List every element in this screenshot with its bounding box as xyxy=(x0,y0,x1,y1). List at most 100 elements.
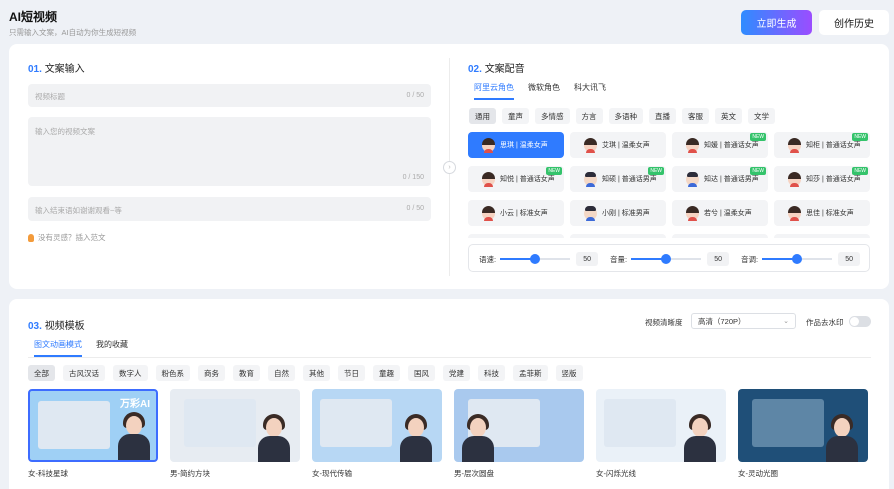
watermark-label: 作品去水印 xyxy=(806,318,844,327)
arrow-right-icon[interactable]: › xyxy=(443,161,456,174)
category-pill[interactable]: 方言 xyxy=(575,108,603,124)
slider-knob[interactable] xyxy=(792,254,803,264)
template-name: 女-灵动光圈 xyxy=(738,469,778,478)
tab-aliyun[interactable]: 阿里云角色 xyxy=(474,82,514,100)
voice-option[interactable]: 知达 | 普通话男声 NEW xyxy=(672,166,768,192)
filter-pill[interactable]: 节日 xyxy=(338,365,365,381)
filter-pill[interactable]: 教育 xyxy=(233,365,260,381)
voice-avatar-icon xyxy=(482,205,495,221)
voice-option[interactable]: 若兮 | 温柔女声 xyxy=(672,200,768,226)
slider-track[interactable] xyxy=(762,254,833,264)
video-copy-textarea[interactable]: 输入您的视频文案 0 / 150 xyxy=(28,117,431,186)
ending-input[interactable]: 输入结束语如谢谢观看~等 0 / 50 xyxy=(28,197,431,221)
voice-grid: 思琪 | 温柔女声 艾琪 | 温柔女声 知媛 | 普通话女声 NEW 知柜 | 普通话女… xyxy=(468,132,870,238)
ending-char-count: 0 / 50 xyxy=(406,205,424,212)
voice-option[interactable] xyxy=(570,234,666,238)
app-subtitle: 只需输入文案，AI自动为你生成短视频 xyxy=(9,28,137,37)
category-pill[interactable]: 文学 xyxy=(748,108,775,124)
slider-knob[interactable] xyxy=(530,254,541,264)
template-thumbnail[interactable] xyxy=(170,389,300,462)
filter-pill[interactable]: 科技 xyxy=(478,365,505,381)
tab-favorites[interactable]: 我的收藏 xyxy=(96,339,128,357)
voice-option[interactable]: 艾琪 | 温柔女声 xyxy=(570,132,666,158)
voice-avatar-icon xyxy=(482,171,495,187)
new-badge: NEW xyxy=(852,133,868,141)
voice-label: 知悦 | 普通话女声 xyxy=(500,176,555,183)
filter-pill[interactable]: 自然 xyxy=(268,365,295,381)
template-thumbnail[interactable] xyxy=(454,389,584,462)
copy-char-count: 0 / 150 xyxy=(402,174,424,181)
voice-option[interactable]: 知媛 | 普通话女声 NEW xyxy=(672,132,768,158)
watermark-toggle[interactable] xyxy=(849,316,871,327)
category-pill[interactable]: 多语种 xyxy=(608,108,643,124)
filter-pill[interactable]: 数字人 xyxy=(113,365,148,381)
filter-pill[interactable]: 孟菲斯 xyxy=(513,365,548,381)
voice-label: 知硕 | 普通话男声 xyxy=(602,176,657,183)
voice-option[interactable]: 思琪 | 温柔女声 xyxy=(468,132,564,158)
slider-track[interactable] xyxy=(500,254,571,264)
template-thumbnail[interactable] xyxy=(312,389,442,462)
volume-slider[interactable]: 音量: 50 xyxy=(610,245,730,273)
slider-value[interactable]: 50 xyxy=(707,252,730,266)
tabs-divider xyxy=(28,357,871,358)
generate-button[interactable]: 立即生成 xyxy=(741,10,812,35)
template-thumbnail[interactable]: 万彩AI xyxy=(28,389,158,462)
voice-option[interactable] xyxy=(468,234,564,238)
template-filters: 全部 古风汉话 数字人 粉色系 商务 教育 自然 其他 节日 童趣 国风 党建 科技 孟菲斯 竖版 xyxy=(28,365,583,381)
category-pill[interactable]: 直播 xyxy=(649,108,676,124)
voice-option[interactable]: 小刚 | 标准男声 xyxy=(570,200,666,226)
filter-pill[interactable]: 商务 xyxy=(198,365,225,381)
filter-pill[interactable]: 古风汉话 xyxy=(63,365,105,381)
voice-option[interactable]: 知硕 | 普通话男声 NEW xyxy=(570,166,666,192)
filter-pill[interactable]: 其他 xyxy=(303,365,330,381)
voice-option[interactable]: 知柜 | 普通话女声 NEW xyxy=(774,132,870,158)
voice-label: 知媛 | 普通话女声 xyxy=(704,142,759,149)
template-name: 男-层次圆盘 xyxy=(454,469,494,478)
category-pill[interactable]: 英文 xyxy=(715,108,742,124)
scene-image xyxy=(604,399,676,447)
category-pill[interactable]: 童声 xyxy=(502,108,529,124)
template-thumbnail[interactable] xyxy=(596,389,726,462)
voice-option[interactable] xyxy=(672,234,768,238)
slider-track[interactable] xyxy=(631,254,702,264)
voice-avatar-icon xyxy=(584,205,597,221)
title-char-count: 0 / 50 xyxy=(406,92,424,99)
filter-pill[interactable]: 粉色系 xyxy=(155,365,190,381)
scene-image xyxy=(184,399,256,447)
voice-option[interactable]: 知莎 | 普通话女声 NEW xyxy=(774,166,870,192)
scene-image xyxy=(38,401,110,449)
filter-pill[interactable]: 国风 xyxy=(408,365,435,381)
category-pill[interactable]: 通用 xyxy=(469,108,496,124)
voice-option[interactable] xyxy=(774,234,870,238)
category-pill[interactable]: 客服 xyxy=(682,108,709,124)
voice-option[interactable]: 小云 | 标准女声 xyxy=(468,200,564,226)
history-button[interactable]: 创作历史 xyxy=(819,10,889,35)
tab-iflytek[interactable]: 科大讯飞 xyxy=(574,82,606,100)
voice-avatar-icon xyxy=(584,137,597,153)
voice-label: 思琪 | 温柔女声 xyxy=(500,142,548,149)
filter-pill[interactable]: 党建 xyxy=(443,365,470,381)
slider-value[interactable]: 50 xyxy=(576,252,599,266)
template-name: 女-科技星球 xyxy=(28,469,68,478)
category-pill[interactable]: 多情感 xyxy=(535,108,570,124)
insert-sample-link[interactable]: 没有灵感？插入范文 xyxy=(28,232,106,243)
chevron-down-icon: ⌄ xyxy=(783,318,789,325)
pitch-slider[interactable]: 音调: 50 xyxy=(741,245,861,273)
tab-animation-mode[interactable]: 图文动画模式 xyxy=(34,339,82,357)
page-header: AI短视频 只需输入文案，AI自动为你生成短视频 立即生成 创作历史 xyxy=(0,0,894,44)
voice-option[interactable]: 思佳 | 标准女声 xyxy=(774,200,870,226)
voice-option[interactable]: 知悦 | 普通话女声 NEW xyxy=(468,166,564,192)
slider-knob[interactable] xyxy=(661,254,672,264)
speed-slider[interactable]: 语速: 50 xyxy=(479,245,599,273)
voice-section-title: 02. 文案配音 xyxy=(468,64,525,75)
filter-pill[interactable]: 全部 xyxy=(28,365,55,381)
filter-pill[interactable]: 童趣 xyxy=(373,365,400,381)
tab-microsoft[interactable]: 微软角色 xyxy=(528,82,560,100)
slider-value[interactable]: 50 xyxy=(838,252,861,266)
clarity-select[interactable]: 高清（720P） ⌄ xyxy=(691,313,796,329)
video-title-input[interactable]: 视频标题 0 / 50 xyxy=(28,84,431,107)
template-thumbnail[interactable] xyxy=(738,389,868,462)
copy-section-title: 01. 文案输入 xyxy=(28,64,85,75)
clarity-label: 视频清晰度 xyxy=(645,318,683,327)
filter-pill[interactable]: 竖版 xyxy=(555,365,583,381)
